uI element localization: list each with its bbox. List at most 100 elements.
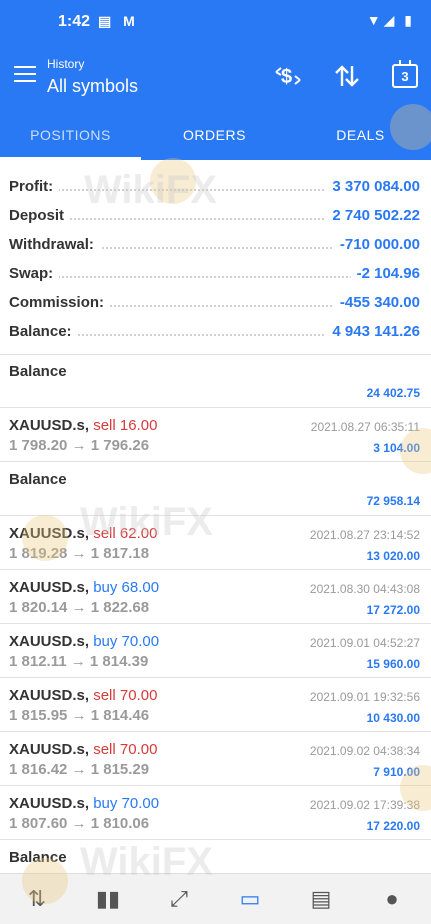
summary-row: Commission: -455 340.00 (9, 288, 420, 316)
balance-row[interactable]: Balance 72 958.14 (0, 462, 431, 516)
deal-row[interactable]: XAUUSD.s, sell 70.00 1 816.42 → 1 815.29… (0, 732, 431, 786)
summary-value: 4 943 141.26 (326, 323, 420, 340)
deal-title: XAUUSD.s, sell 62.00 (9, 525, 157, 542)
news-icon: ▤ (310, 886, 332, 911)
deal-side: sell 70.00 (93, 741, 158, 758)
deposit-icon[interactable]: $ (272, 60, 304, 92)
summary-value: -2 104.96 (350, 265, 420, 282)
summary-value: 3 370 084.00 (326, 178, 420, 195)
deal-side: buy 68.00 (93, 579, 160, 596)
deal-row[interactable]: XAUUSD.s, sell 62.00 1 819.28 → 1 817.18… (0, 516, 431, 570)
balance-row[interactable]: Balance 24 402.75 (0, 354, 431, 408)
chat-icon: ● (385, 886, 399, 911)
summary-row: Balance: 4 943 141.26 (9, 317, 420, 345)
deal-side: sell 62.00 (93, 525, 158, 542)
balance-row[interactable]: Balance (0, 840, 431, 873)
deal-profit: 15 960.00 (366, 657, 420, 671)
calendar-day: 3 (401, 69, 409, 84)
summary-label: Swap: (9, 265, 60, 282)
deal-symbol: XAUUSD.s, (9, 525, 90, 542)
status-time: 1:42 (58, 13, 91, 30)
deal-title: XAUUSD.s, sell 70.00 (9, 741, 157, 758)
deposit-glyph: $ (275, 66, 301, 88)
calendar-icon[interactable]: 3 (392, 60, 418, 88)
summary-value: -710 000.00 (333, 236, 420, 253)
quotes-icon: ⇅ (27, 886, 47, 911)
deal-profit: 13 020.00 (366, 549, 420, 563)
balance-label: Balance (9, 363, 67, 380)
sort-icon[interactable] (331, 60, 363, 92)
summary-value: -455 340.00 (333, 294, 420, 311)
deal-prices: 1 815.95 → 1 814.46 (9, 707, 150, 724)
deal-row[interactable]: XAUUSD.s, sell 16.00 1 798.20 → 1 796.26… (0, 408, 431, 462)
summary-row: Swap: -2 104.96 (9, 259, 420, 287)
menu-icon[interactable] (14, 66, 36, 84)
app-bar: 1:42 ▤ M ▼◢ ▮ History All symbols $ 3 PO… (0, 0, 431, 160)
deal-row[interactable]: XAUUSD.s, sell 70.00 1 815.95 → 1 814.46… (0, 678, 431, 732)
summary-label: Profit: (9, 178, 60, 195)
nav-chat[interactable]: ● (357, 874, 427, 924)
deal-datetime: 2021.08.30 04:43:08 (309, 582, 420, 596)
deal-symbol: XAUUSD.s, (9, 633, 90, 650)
deal-symbol: XAUUSD.s, (9, 417, 90, 434)
nav-quotes[interactable]: ⇅ (2, 874, 72, 924)
bottom-navigation: ⇅ ▮▮ ⤢ ▭ ▤ ● (0, 873, 431, 924)
deal-symbol: XAUUSD.s, (9, 687, 90, 704)
summary-panel: Profit: 3 370 084.00 Deposit 2 740 502.2… (0, 160, 431, 355)
deal-symbol: XAUUSD.s, (9, 741, 90, 758)
summary-label: Balance: (9, 323, 78, 340)
deal-prices: 1 816.42 → 1 815.29 (9, 761, 150, 778)
deal-datetime: 2021.08.27 23:14:52 (309, 528, 420, 542)
summary-value: 2 740 502.22 (326, 207, 420, 224)
nav-news[interactable]: ▤ (286, 874, 356, 924)
status-bar: 1:42 ▤ M ▼◢ ▮ (0, 0, 431, 44)
deal-symbol: XAUUSD.s, (9, 795, 90, 812)
tab-bar: POSITIONS ORDERS DEALS (0, 110, 431, 160)
deal-datetime: 2021.09.02 04:38:34 (309, 744, 420, 758)
deal-title: XAUUSD.s, buy 68.00 (9, 579, 159, 596)
deal-title: XAUUSD.s, buy 70.00 (9, 633, 159, 650)
deal-prices: 1 820.14 → 1 822.68 (9, 599, 150, 616)
deal-title: XAUUSD.s, buy 70.00 (9, 795, 159, 812)
nav-chart[interactable]: ▮▮ (73, 874, 143, 924)
deal-title: XAUUSD.s, sell 70.00 (9, 687, 157, 704)
balance-amount: 24 402.75 (366, 386, 420, 400)
header-subtitle: History (47, 57, 85, 71)
sort-glyph (335, 65, 359, 87)
deal-row[interactable]: XAUUSD.s, buy 68.00 1 820.14 → 1 822.68 … (0, 570, 431, 624)
deal-prices: 1 798.20 → 1 796.26 (9, 437, 150, 454)
deal-row[interactable]: XAUUSD.s, buy 70.00 1 812.11 → 1 814.39 … (0, 624, 431, 678)
deal-title: XAUUSD.s, sell 16.00 (9, 417, 157, 434)
summary-label: Commission: (9, 294, 111, 311)
summary-label: Deposit (9, 207, 71, 224)
history-icon: ▭ (239, 886, 261, 911)
summary-row: Deposit 2 740 502.22 (9, 201, 420, 229)
tab-deals[interactable]: DEALS (290, 110, 431, 160)
deal-symbol: XAUUSD.s, (9, 579, 90, 596)
summary-row: Profit: 3 370 084.00 (9, 172, 420, 200)
deal-datetime: 2021.09.01 19:32:56 (309, 690, 420, 704)
deal-prices: 1 807.60 → 1 810.06 (9, 815, 150, 832)
chart-icon: ▮▮ (95, 886, 121, 911)
summary-label: Withdrawal: (9, 236, 100, 253)
deal-side: buy 70.00 (93, 633, 160, 650)
balance-label: Balance (9, 849, 67, 866)
tab-positions[interactable]: POSITIONS (0, 110, 141, 160)
balance-label: Balance (9, 471, 67, 488)
deal-side: sell 70.00 (93, 687, 158, 704)
deal-prices: 1 812.11 → 1 814.39 (9, 653, 149, 670)
deal-side: buy 70.00 (93, 795, 160, 812)
notification-icons: ▤ M (98, 13, 139, 29)
summary-row: Withdrawal: -710 000.00 (9, 230, 420, 258)
nav-history[interactable]: ▭ (215, 874, 285, 924)
deal-profit: 7 910.00 (373, 765, 420, 779)
nav-trade[interactable]: ⤢ (144, 874, 214, 924)
deal-datetime: 2021.09.01 04:52:27 (309, 636, 420, 650)
deal-profit: 17 220.00 (366, 819, 420, 833)
deal-side: sell 16.00 (93, 417, 158, 434)
trade-icon: ⤢ (170, 886, 188, 911)
header-title[interactable]: All symbols (47, 76, 138, 97)
deal-row[interactable]: XAUUSD.s, buy 70.00 1 807.60 → 1 810.06 … (0, 786, 431, 840)
tab-orders[interactable]: ORDERS (144, 110, 285, 160)
deal-datetime: 2021.08.27 06:35:11 (310, 420, 420, 434)
